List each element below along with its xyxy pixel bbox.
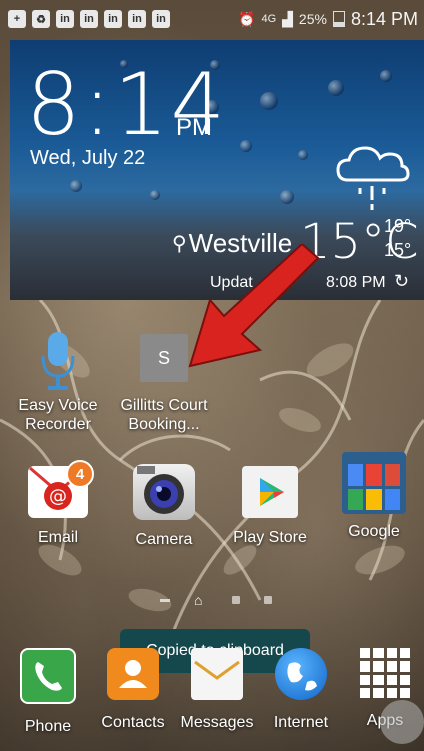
linkedin-icon: in <box>56 10 74 28</box>
app-label: Easy Voice Recorder <box>18 397 98 433</box>
battery-icon <box>332 11 345 27</box>
dock-phone[interactable]: Phone <box>3 648 93 736</box>
weather-updated-time: 8:08 PM <box>326 274 386 291</box>
app-play-store[interactable]: Play Store <box>220 458 320 547</box>
signal-icon: ▟ <box>282 10 293 27</box>
status-bar: + ♻ in in in in in ⏰ 4G ▟ 25% 8:14 PM <box>0 0 424 38</box>
globe-icon <box>275 648 327 700</box>
app-label: Play Store <box>233 529 307 546</box>
clock-ampm: PM <box>176 114 212 141</box>
camera-icon <box>133 464 195 520</box>
add-box-icon: + <box>8 10 26 28</box>
app-label: Google <box>348 523 400 540</box>
app-easy-voice-recorder[interactable]: Easy Voice Recorder <box>8 330 108 434</box>
email-unread-badge: 4 <box>66 460 94 488</box>
refresh-icon[interactable]: ↻ <box>394 271 416 293</box>
linkedin-icon: in <box>80 10 98 28</box>
page-dot <box>264 596 272 604</box>
app-google-folder[interactable]: Google <box>324 452 424 541</box>
apps-grid-icon <box>360 648 410 698</box>
linkedin-icon: in <box>152 10 170 28</box>
microphone-icon <box>38 330 78 392</box>
google-folder-icon <box>342 452 406 514</box>
phone-icon <box>20 648 76 704</box>
weather-low: 15° <box>384 240 412 260</box>
email-icon: @ 4 <box>28 460 94 518</box>
dock-internet[interactable]: Internet <box>256 648 346 732</box>
page-indicator[interactable]: ⌂ <box>160 592 272 608</box>
page-dot <box>232 596 240 604</box>
app-camera[interactable]: Camera <box>114 458 214 549</box>
svg-text:@: @ <box>49 486 67 507</box>
recycle-icon: ♻ <box>32 10 50 28</box>
app-gillitts-court-booking[interactable]: S Gillitts Court Booking... <box>114 330 214 434</box>
alarm-icon: ⏰ <box>238 10 256 27</box>
app-label: Email <box>37 529 78 546</box>
contacts-icon <box>107 648 159 700</box>
touch-indicator <box>380 700 424 744</box>
dock-contacts[interactable]: Contacts <box>88 648 178 732</box>
linkedin-icon: in <box>128 10 146 28</box>
shortcut-s-icon: S <box>140 334 188 382</box>
clock-date: Wed, July 22 <box>30 147 146 169</box>
cloud-rain-icon <box>336 146 410 210</box>
dock-messages[interactable]: Messages <box>172 648 262 732</box>
weather-high: 19° <box>384 216 412 236</box>
dock-label: Messages <box>180 714 254 731</box>
linkedin-icon: in <box>104 10 122 28</box>
app-label: Gillitts Court Booking... <box>120 397 208 433</box>
app-email[interactable]: @ 4 Email <box>8 458 108 547</box>
battery-level: 25% <box>298 11 327 27</box>
dock-label: Phone <box>24 718 72 735</box>
dock-label: Contacts <box>101 714 165 731</box>
home-icon: ⌂ <box>194 592 203 608</box>
status-time: 8:14 PM <box>350 8 418 29</box>
dock-label: Internet <box>273 714 329 731</box>
page-indicator-dash <box>160 598 170 602</box>
messages-icon <box>191 648 243 700</box>
app-label: Camera <box>135 531 193 548</box>
network-type: 4G <box>261 13 277 25</box>
play-store-icon <box>242 458 298 518</box>
